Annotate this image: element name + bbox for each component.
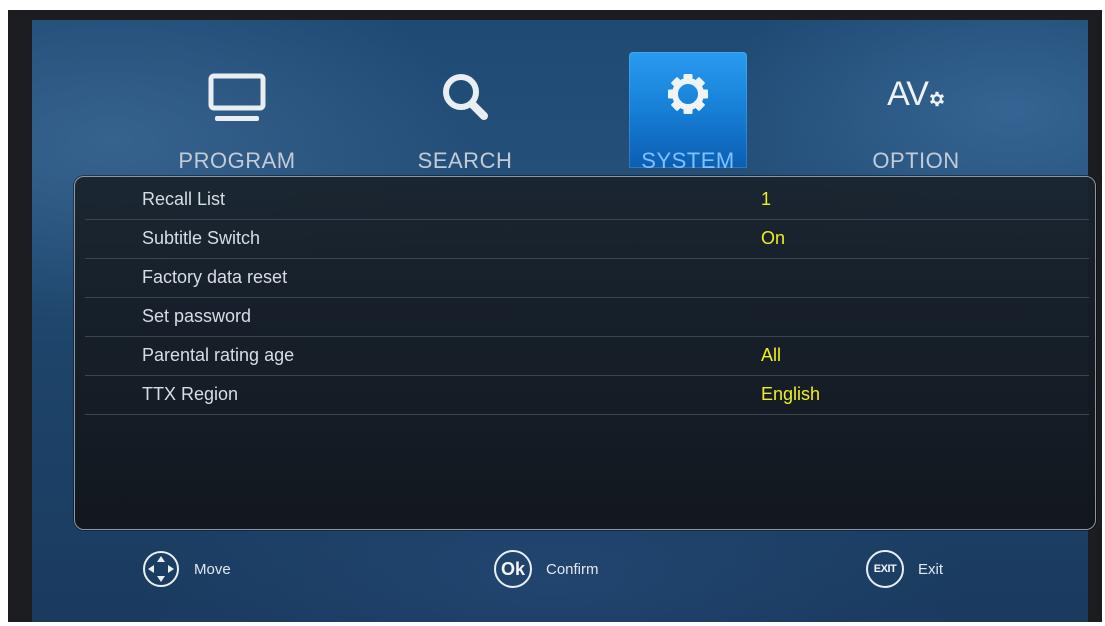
dpad-icon	[143, 551, 179, 587]
tab-option-label: OPTION	[872, 148, 960, 173]
menu-item-subtitle-switch[interactable]: Subtitle Switch On	[85, 220, 1089, 259]
ok-icon: Ok	[494, 550, 532, 588]
menu-item-label: Factory data reset	[142, 267, 288, 287]
small-gear-icon	[929, 91, 944, 107]
menu-item-set-password[interactable]: Set password	[85, 298, 1089, 337]
menu-item-label: TTX Region	[142, 384, 239, 404]
menu-item-value: 1	[761, 189, 772, 209]
search-icon	[443, 74, 488, 120]
menu-item-label: Recall List	[142, 189, 226, 209]
gear-icon	[668, 74, 708, 114]
exit-icon: EXIT	[866, 550, 904, 588]
menu-item-label: Parental rating age	[142, 345, 295, 365]
hint-exit: EXIT Exit	[866, 550, 943, 588]
menu-item-value: All	[761, 345, 782, 365]
menu-item-ttx-region[interactable]: TTX Region English	[85, 376, 1089, 415]
menu-item-label: Subtitle Switch	[142, 228, 261, 248]
menu-item-value: On	[761, 228, 786, 248]
hint-confirm-label: Confirm	[546, 560, 599, 578]
settings-panel: Recall List 1 Subtitle Switch On Factory…	[74, 176, 1096, 530]
tv-screen: PROGRAM SEARCH SYSTEM AV OPTION Recall L…	[8, 10, 1102, 622]
tab-program-label: PROGRAM	[178, 148, 296, 173]
av-settings-icon: AV	[857, 64, 975, 124]
menu-item-factory-data-reset[interactable]: Factory data reset	[85, 259, 1089, 298]
tv-icon	[208, 73, 266, 121]
hint-move: Move	[142, 550, 231, 588]
tab-program[interactable]: PROGRAM	[178, 52, 296, 173]
hint-exit-label: Exit	[918, 560, 944, 578]
background: PROGRAM SEARCH SYSTEM AV OPTION Recall L…	[32, 20, 1096, 622]
av-icon-text: AV	[887, 74, 929, 113]
hint-confirm: Ok Confirm	[494, 550, 599, 588]
menu-item-label: Set password	[142, 306, 252, 326]
tab-search-label: SEARCH	[417, 148, 513, 173]
menu-item-recall-list[interactable]: Recall List 1	[85, 181, 1089, 220]
exit-icon-text: EXIT	[873, 563, 897, 575]
menu-item-value: English	[761, 384, 821, 404]
tab-option[interactable]: AV OPTION	[857, 52, 975, 174]
tab-system[interactable]: SYSTEM	[629, 52, 747, 170]
ok-icon-text: Ok	[500, 558, 525, 579]
hint-move-label: Move	[194, 560, 231, 578]
menu-item-parental-rating-age[interactable]: Parental rating age All	[85, 337, 1089, 376]
tab-system-label: SYSTEM	[641, 148, 735, 170]
tab-search[interactable]: SEARCH	[406, 52, 524, 173]
footer-hints: Move Ok Confirm EXIT Exit	[32, 540, 1088, 596]
